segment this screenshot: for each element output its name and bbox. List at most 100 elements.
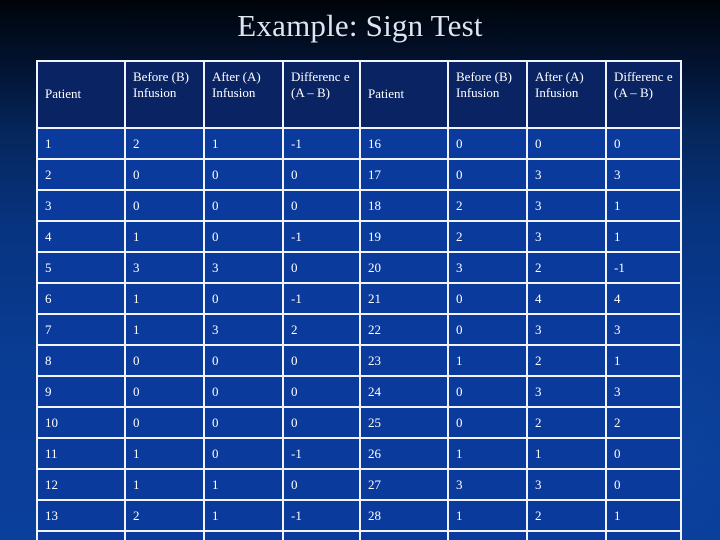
cell-patient-right: 17 <box>359 158 447 189</box>
cell-difference-right: 0 <box>605 127 682 158</box>
cell-after-left: 1 <box>203 127 282 158</box>
cell-difference-left: 2 <box>282 313 359 344</box>
cell-after-left: 0 <box>203 189 282 220</box>
cell-before-right: 0 <box>447 158 526 189</box>
cell-before-right: 3 <box>447 468 526 499</box>
cell-before-left: 1 <box>124 437 203 468</box>
cell-difference-right: 1 <box>605 344 682 375</box>
table-row: 1431-229022 <box>36 530 682 540</box>
cell-patient-left: 12 <box>36 468 124 499</box>
cell-after-right: 2 <box>526 251 605 282</box>
cell-patient-left: 9 <box>36 375 124 406</box>
cell-difference-left: -1 <box>282 437 359 468</box>
cell-difference-left: -1 <box>282 220 359 251</box>
column-header-difference-right: Differenc e (A – B) <box>605 60 682 127</box>
cell-after-right: 3 <box>526 468 605 499</box>
cell-patient-right: 18 <box>359 189 447 220</box>
cell-difference-left: 0 <box>282 406 359 437</box>
cell-patient-left: 3 <box>36 189 124 220</box>
cell-difference-right: 3 <box>605 375 682 406</box>
cell-after-right: 2 <box>526 406 605 437</box>
table-row: 4 1 0 -1 19 2 3 1 <box>36 220 682 251</box>
cell-before-right: 0 <box>447 127 526 158</box>
cell-patient-left: 13 <box>36 499 124 530</box>
cell-before-right: 0 <box>447 530 526 540</box>
cell-difference-right: 4 <box>605 282 682 313</box>
cell-after-left: 1 <box>203 499 282 530</box>
table-row: 8 0 0 0 23 1 2 1 <box>36 344 682 375</box>
column-header-after-right: After (A) Infusion <box>526 60 605 127</box>
cell-after-left: 1 <box>203 468 282 499</box>
table-row: 10 0 0 0 25 0 2 2 <box>36 406 682 437</box>
cell-patient-right: 21 <box>359 282 447 313</box>
cell-after-right: 0 <box>526 127 605 158</box>
slide-canvas: Example: Sign Test Patient Before (B) In… <box>0 0 720 540</box>
table-row: 7 1 3 2 22 0 3 3 <box>36 313 682 344</box>
cell-patient-left: 8 <box>36 344 124 375</box>
cell-difference-right: 2 <box>605 406 682 437</box>
cell-before-left: 1 <box>124 282 203 313</box>
cell-patient-left: 5 <box>36 251 124 282</box>
cell-patient-left: 2 <box>36 158 124 189</box>
cell-after-left: 0 <box>203 437 282 468</box>
cell-after-left: 0 <box>203 344 282 375</box>
data-table-container: Patient Before (B) Infusion After (A) In… <box>36 60 682 540</box>
cell-patient-left: 10 <box>36 406 124 437</box>
table-header-row: Patient Before (B) Infusion After (A) In… <box>36 60 682 127</box>
cell-difference-left: 0 <box>282 344 359 375</box>
cell-difference-right: 1 <box>605 499 682 530</box>
cell-after-left: 0 <box>203 406 282 437</box>
table-row: 6 1 0 -1 21 0 4 4 <box>36 282 682 313</box>
cell-before-left: 0 <box>124 375 203 406</box>
table-header: Patient Before (B) Infusion After (A) In… <box>36 60 682 127</box>
cell-difference-left: -1 <box>282 127 359 158</box>
column-header-before-right: Before (B) Infusion <box>447 60 526 127</box>
cell-difference-right: 0 <box>605 468 682 499</box>
cell-before-right: 0 <box>447 313 526 344</box>
cell-before-left: 3 <box>124 530 203 540</box>
cell-difference-left: 0 <box>282 158 359 189</box>
cell-before-left: 0 <box>124 158 203 189</box>
table-row: 11 1 0 -1 26 1 1 0 <box>36 437 682 468</box>
slide-title: Example: Sign Test <box>237 8 483 43</box>
cell-after-right: 1 <box>526 437 605 468</box>
cell-patient-right: 26 <box>359 437 447 468</box>
cell-after-left: 0 <box>203 375 282 406</box>
cell-before-right: 2 <box>447 189 526 220</box>
cell-after-right: 3 <box>526 313 605 344</box>
cell-after-left: 3 <box>203 251 282 282</box>
cell-patient-right: 16 <box>359 127 447 158</box>
cell-after-left: 3 <box>203 313 282 344</box>
cell-before-right: 3 <box>447 251 526 282</box>
cell-before-left: 0 <box>124 189 203 220</box>
cell-difference-right: 3 <box>605 158 682 189</box>
column-header-patient-right: Patient <box>359 60 447 127</box>
cell-patient-right: 24 <box>359 375 447 406</box>
cell-patient-right: 25 <box>359 406 447 437</box>
cell-patient-left: 6 <box>36 282 124 313</box>
cell-before-left: 0 <box>124 406 203 437</box>
column-header-before-left: Before (B) Infusion <box>124 60 203 127</box>
cell-before-right: 0 <box>447 282 526 313</box>
cell-difference-left: -2 <box>282 530 359 540</box>
cell-difference-left: 0 <box>282 375 359 406</box>
cell-before-right: 0 <box>447 406 526 437</box>
cell-difference-left: 0 <box>282 189 359 220</box>
cell-after-left: 0 <box>203 282 282 313</box>
cell-difference-left: 0 <box>282 468 359 499</box>
cell-patient-right: 19 <box>359 220 447 251</box>
cell-after-right: 3 <box>526 220 605 251</box>
cell-before-right: 1 <box>447 499 526 530</box>
cell-difference-right: -1 <box>605 251 682 282</box>
cell-patient-right: 28 <box>359 499 447 530</box>
cell-patient-right: 29 <box>359 530 447 540</box>
cell-before-right: 0 <box>447 375 526 406</box>
table-row: 2 0 0 0 17 0 3 3 <box>36 158 682 189</box>
cell-before-left: 0 <box>124 344 203 375</box>
cell-patient-left: 7 <box>36 313 124 344</box>
cell-after-right: 2 <box>526 499 605 530</box>
column-header-after-left: After (A) Infusion <box>203 60 282 127</box>
table-row: 5 3 3 0 20 3 2 -1 <box>36 251 682 282</box>
column-header-difference-left: Differenc e (A – B) <box>282 60 359 127</box>
cell-difference-right: 1 <box>605 220 682 251</box>
